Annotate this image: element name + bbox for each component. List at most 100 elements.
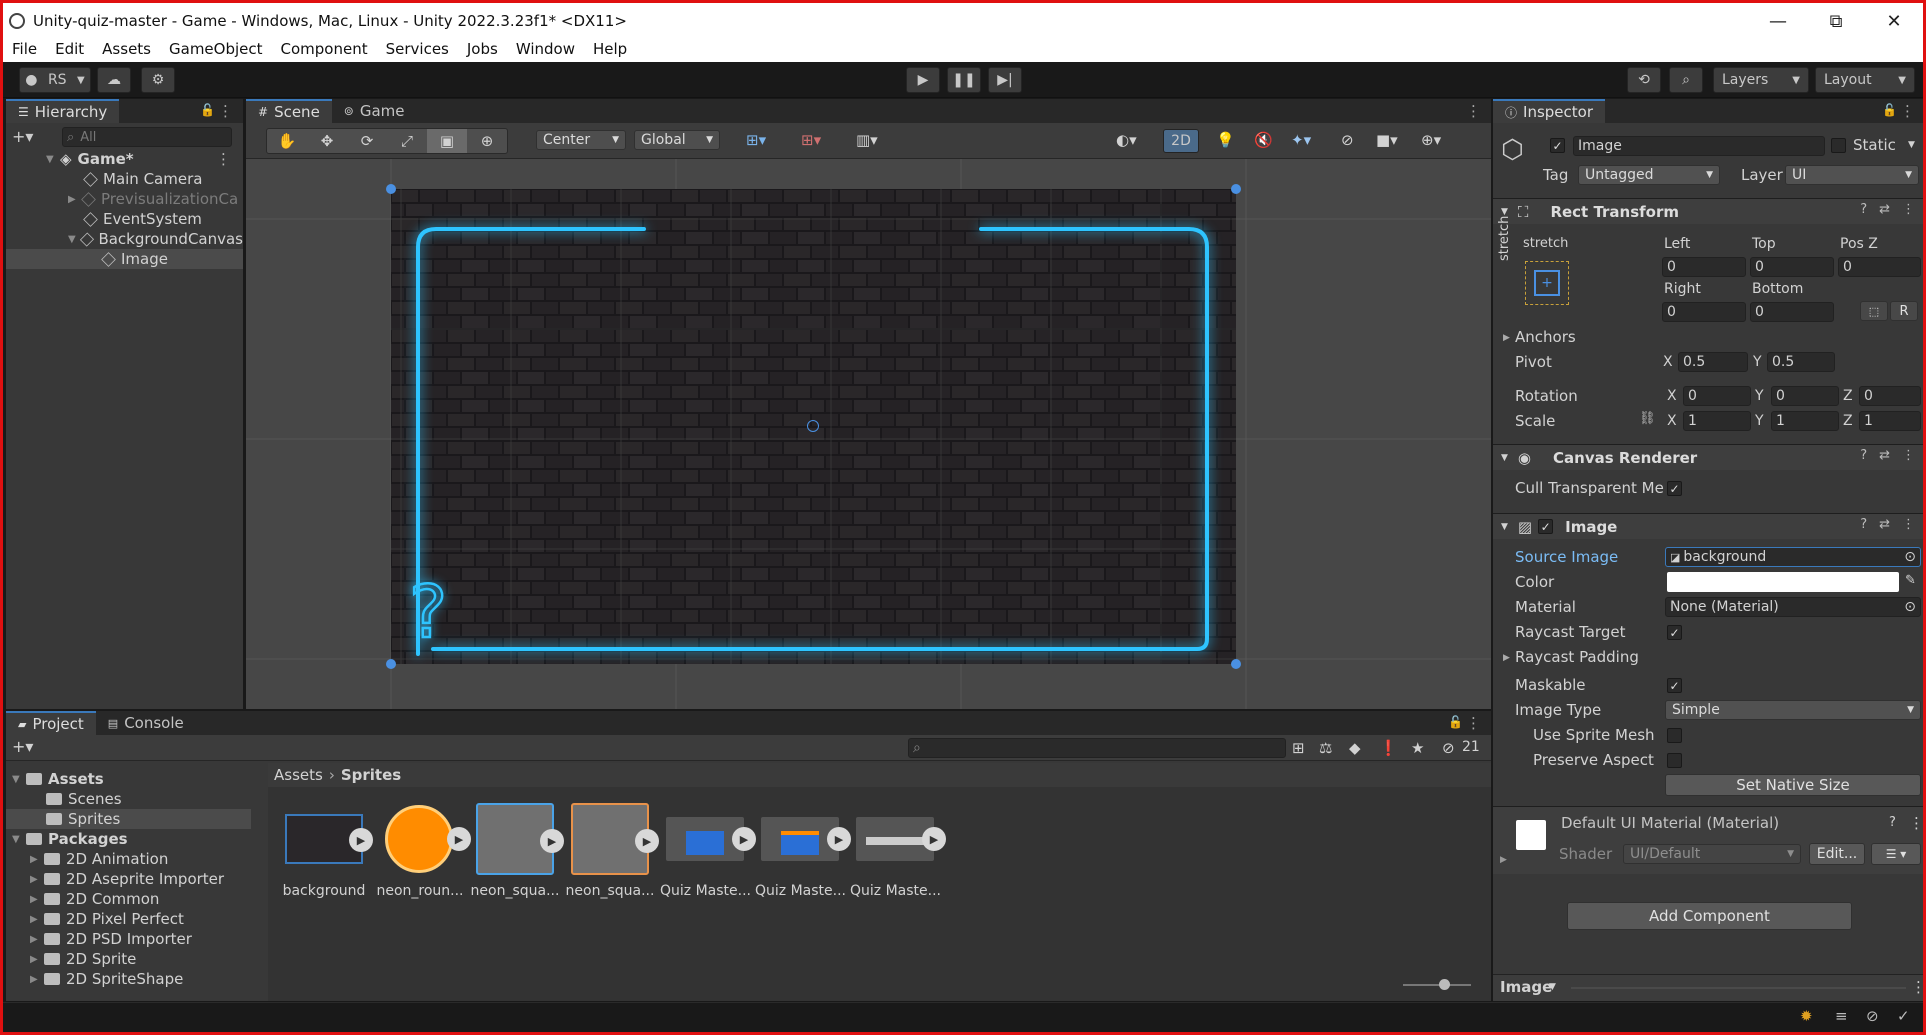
play-sprite-icon[interactable]: ▶ (922, 827, 946, 851)
active-checkbox[interactable]: ✓ (1550, 138, 1565, 153)
pause-button[interactable]: ❚❚ (947, 67, 981, 93)
collapse-arrow-icon[interactable]: ▼ (1501, 522, 1508, 532)
tab-hierarchy[interactable]: ☰ Hierarchy (6, 99, 120, 123)
preset-icon[interactable]: ⇄ (1879, 517, 1890, 532)
layer-dropdown[interactable]: UI ▼ (1785, 165, 1919, 185)
history-icon[interactable]: ⟲ (1627, 67, 1661, 93)
menu-jobs[interactable]: Jobs (458, 40, 507, 58)
help-icon[interactable]: ? (1860, 448, 1867, 463)
tree-item-packages[interactable]: ▼ Packages (6, 829, 251, 849)
hierarchy-item-main-camera[interactable]: Main Camera (6, 169, 243, 189)
material-field[interactable]: None (Material) ⊙ (1665, 597, 1921, 617)
tab-game[interactable]: ⊚ Game (332, 99, 417, 123)
tab-console[interactable]: ▤ Console (96, 711, 196, 735)
rect-handle-tl[interactable] (386, 184, 396, 194)
account-dropdown[interactable]: ● RS ▼ (19, 67, 91, 93)
hierarchy-item-eventsystem[interactable]: EventSystem (6, 209, 243, 229)
preserve-aspect-checkbox[interactable] (1667, 753, 1682, 768)
constrain-proportions-icon[interactable]: ⛓ (1639, 411, 1656, 426)
raycast-padding-label[interactable]: Raycast Padding (1515, 648, 1639, 666)
asset-quiz-master-3[interactable]: ▶ Quiz Maste... (850, 803, 946, 899)
chevron-down-icon[interactable]: ▼ (1549, 982, 1556, 992)
maximize-button[interactable]: ⧉ (1807, 3, 1865, 39)
audio-icon[interactable]: 🔇 (1254, 131, 1273, 149)
image-component-header[interactable]: ▼ ▨ ✓ Image ? ⇄ ⋮ (1493, 513, 1923, 539)
hierarchy-item-backgroundcanvas[interactable]: ▼ BackgroundCanvas (6, 229, 243, 249)
color-swatch[interactable] (1667, 572, 1899, 592)
camera-icon[interactable]: ■▾ (1376, 131, 1398, 149)
space-dropdown[interactable]: Global ▼ (634, 130, 720, 150)
play-sprite-icon[interactable]: ▶ (827, 827, 851, 851)
expand-arrow-icon[interactable]: ▶ (1500, 855, 1507, 865)
scale-tool-icon[interactable]: ⤢ (387, 129, 427, 153)
tree-item-package[interactable]: ▶ 2D Common (6, 889, 251, 909)
increment-snap-icon[interactable]: ▥▾ (856, 131, 878, 149)
kebab-menu-icon[interactable]: ⋮ (1909, 814, 1923, 832)
tree-item-package[interactable]: ▶ 2D Aseprite Importer (6, 869, 251, 889)
asset-neon-square-orange[interactable]: ▶ neon_squa... (565, 803, 659, 899)
slider-handle[interactable] (1439, 979, 1450, 990)
expand-arrow-icon[interactable]: ▶ (30, 934, 44, 945)
image-type-dropdown[interactable]: Simple ▼ (1665, 700, 1921, 720)
lock-icon[interactable]: 🔓 (1448, 715, 1463, 729)
hierarchy-item-game[interactable]: ▼ ◈ Game* ⋮ (6, 149, 243, 169)
anchors-label[interactable]: Anchors (1515, 328, 1576, 346)
source-image-field[interactable]: ◪ background ⊙ (1665, 547, 1921, 567)
expand-arrow-icon[interactable]: ▶ (30, 874, 44, 885)
breadcrumb-sprites[interactable]: Sprites (341, 766, 401, 784)
play-sprite-icon[interactable]: ▶ (447, 827, 471, 851)
menu-help[interactable]: Help (584, 40, 636, 58)
expand-arrow-icon[interactable]: ▶ (30, 894, 44, 905)
play-sprite-icon[interactable]: ▶ (540, 829, 564, 853)
expand-arrow-icon[interactable]: ▶ (30, 954, 44, 965)
rect-tool-icon[interactable]: ▣ (427, 129, 467, 153)
tree-item-package[interactable]: ▶ 2D Sprite (6, 949, 251, 969)
play-sprite-icon[interactable]: ▶ (349, 828, 373, 852)
play-sprite-icon[interactable]: ▶ (732, 827, 756, 851)
asset-quiz-master-1[interactable]: ▶ Quiz Maste... (660, 803, 756, 899)
tree-item-sprites[interactable]: Sprites (6, 809, 251, 829)
project-search-input[interactable]: ⌕ (908, 738, 1286, 758)
kebab-menu-icon[interactable]: ⋮ (216, 150, 231, 168)
expand-arrow-icon[interactable]: ▶ (30, 854, 44, 865)
favorite-icon[interactable]: ★ (1411, 739, 1424, 757)
scale-x-input[interactable]: 1 (1683, 411, 1751, 431)
expand-arrow-icon[interactable]: ▶ (30, 974, 44, 985)
image-enabled-checkbox[interactable]: ✓ (1538, 519, 1554, 534)
use-sprite-mesh-checkbox[interactable] (1667, 728, 1682, 743)
rotation-y-input[interactable]: 0 (1771, 386, 1839, 406)
progress-done-icon[interactable]: ✓ (1897, 1007, 1910, 1025)
tree-item-package[interactable]: ▶ 2D Pixel Perfect (6, 909, 251, 929)
pivot-handle[interactable] (807, 420, 819, 432)
raw-edit-button[interactable]: R (1890, 301, 1918, 321)
menu-assets[interactable]: Assets (93, 40, 160, 58)
set-native-size-button[interactable]: Set Native Size (1665, 774, 1921, 796)
left-input[interactable]: 0 (1662, 257, 1746, 277)
expand-arrow-icon[interactable]: ▶ (30, 914, 44, 925)
chevron-down-icon[interactable]: ▼ (1908, 140, 1915, 150)
rotation-z-input[interactable]: 0 (1859, 386, 1921, 406)
network-icon[interactable]: ⊘ (1866, 1007, 1879, 1025)
effects-icon[interactable]: ✦▾ (1291, 131, 1311, 149)
cull-transparent-checkbox[interactable]: ✓ (1667, 481, 1682, 496)
kebab-menu-icon[interactable]: ⋮ (1902, 517, 1915, 532)
thumbnail-size-slider[interactable] (1403, 979, 1471, 990)
tree-item-package[interactable]: ▶ 2D PSD Importer (6, 929, 251, 949)
preview-title[interactable]: Image (1500, 978, 1552, 996)
expand-arrow-icon[interactable]: ▶ (1503, 333, 1510, 343)
right-input[interactable]: 0 (1662, 302, 1746, 322)
rect-handle-tr[interactable] (1231, 184, 1241, 194)
pivot-dropdown[interactable]: Center ▼ (536, 130, 626, 150)
hidden-objects-icon[interactable]: ⊘ (1341, 131, 1354, 149)
cache-server-icon[interactable]: ≡ (1835, 1007, 1848, 1025)
help-icon[interactable]: ? (1860, 202, 1867, 217)
transform-tool-icon[interactable]: ⊕ (467, 129, 507, 153)
scene-viewport[interactable]: ? (246, 159, 1491, 709)
asset-background[interactable]: ▶ background (279, 803, 373, 899)
add-component-button[interactable]: Add Component (1567, 902, 1852, 930)
asset-neon-round[interactable]: ▶ neon_roun... (375, 803, 471, 899)
search-filter-icon[interactable]: ⊞ (1292, 739, 1305, 757)
menu-gameobject[interactable]: GameObject (160, 40, 272, 58)
shader-options-button[interactable]: ☰ ▾ (1871, 843, 1921, 865)
object-name-input[interactable]: Image (1573, 136, 1825, 156)
